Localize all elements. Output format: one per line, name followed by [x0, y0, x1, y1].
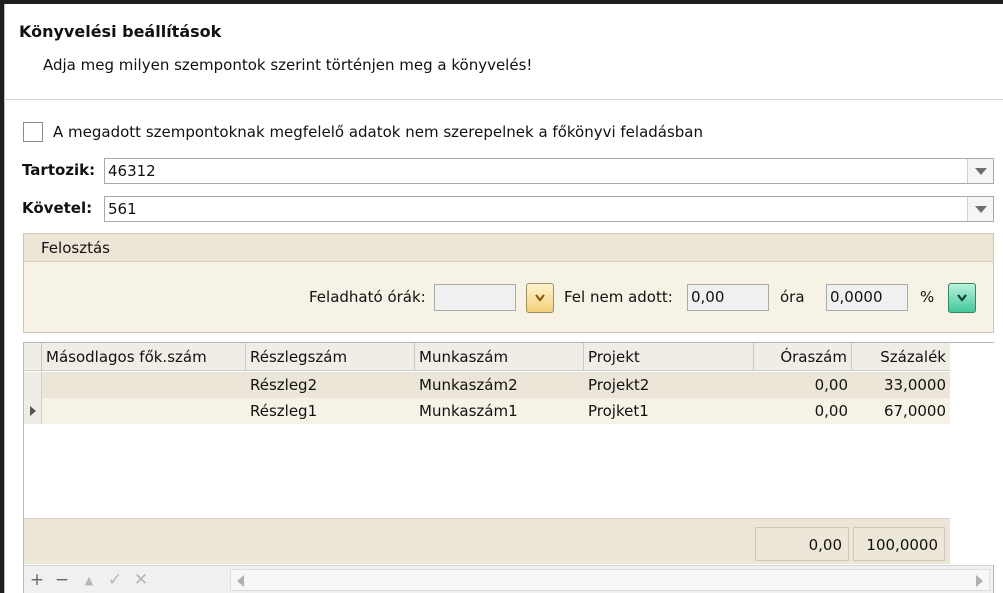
column-header-oraszam[interactable]: Óraszám	[754, 343, 852, 371]
column-header-szazalek[interactable]: Százalék	[852, 343, 950, 371]
wizard-header: Könyvelési beállítások Adja meg milyen s…	[5, 4, 1003, 100]
cell-munkaszam[interactable]: Munkaszám2	[415, 372, 584, 398]
column-header-masodlagos[interactable]: Másodlagos fők.szám	[42, 343, 246, 371]
horizontal-scrollbar[interactable]	[230, 569, 990, 591]
grid-empty-right-area	[950, 343, 994, 565]
grid-header-row: Másodlagos fők.szám Részlegszám Munkaszá…	[24, 343, 950, 371]
cancel-edit-button[interactable]: ✕	[130, 569, 152, 591]
chevron-down-icon	[974, 205, 987, 213]
chevron-down-icon	[957, 294, 967, 302]
felosztas-group: Felosztás Feladható órák: Fel nem adott:…	[23, 233, 994, 333]
tartozik-row: Tartozik: 46312	[22, 158, 994, 184]
grid-header-indicator	[24, 343, 42, 371]
felosztas-group-title: Felosztás	[24, 234, 993, 262]
kovetel-row: Követel: 561	[22, 196, 994, 222]
footer-szazalek-total: 100,0000	[853, 527, 945, 561]
row-indicator[interactable]	[24, 372, 42, 398]
column-header-munkaszam[interactable]: Munkaszám	[415, 343, 584, 371]
fel-nem-adott-hours: 0,00	[687, 284, 769, 311]
cell-munkaszam[interactable]: Munkaszám1	[415, 398, 584, 424]
scroll-right-icon[interactable]	[976, 575, 983, 587]
remove-row-button[interactable]: −	[51, 569, 73, 591]
kovetel-label: Követel:	[22, 199, 93, 217]
chevron-down-icon	[974, 167, 987, 175]
page-subtitle: Adja meg milyen szempontok szerint törté…	[43, 56, 533, 74]
kovetel-value: 561	[108, 200, 137, 218]
fel-nem-adott-label: Fel nem adott:	[564, 288, 673, 306]
feladhato-orak-input[interactable]	[434, 284, 516, 311]
table-row[interactable]: Részleg1 Munkaszám1 Projket1 0,00 67,000…	[24, 398, 950, 424]
cell-oraszam[interactable]: 0,00	[754, 372, 852, 398]
cell-reszleg[interactable]: Részleg1	[246, 398, 415, 424]
cell-szazalek[interactable]: 67,0000	[852, 398, 950, 424]
scroll-left-icon[interactable]	[237, 575, 244, 587]
cell-reszleg[interactable]: Részleg2	[246, 372, 415, 398]
exclude-checkbox-label: A megadott szempontoknak megfelelő adato…	[53, 123, 704, 141]
tartozik-label: Tartozik:	[22, 161, 96, 179]
feladhato-orak-label: Feladható órák:	[309, 288, 426, 306]
exclude-checkbox-row[interactable]: A megadott szempontoknak megfelelő adato…	[23, 121, 703, 143]
tartozik-combo[interactable]: 46312	[104, 158, 994, 184]
exclude-checkbox[interactable]	[23, 122, 43, 142]
cell-masodlagos[interactable]	[42, 372, 246, 398]
add-row-button[interactable]: +	[26, 569, 48, 591]
content-area: A megadott szempontoknak megfelelő adato…	[5, 101, 1003, 593]
ora-unit-label: óra	[780, 288, 805, 306]
window: Könyvelési beállítások Adja meg milyen s…	[4, 4, 1003, 593]
cell-projekt[interactable]: Projket1	[584, 398, 754, 424]
page-title: Könyvelési beállítások	[19, 22, 222, 41]
cell-projekt[interactable]: Projekt2	[584, 372, 754, 398]
column-header-projekt[interactable]: Projekt	[584, 343, 754, 371]
allocation-grid: Másodlagos fők.szám Részlegszám Munkaszá…	[23, 342, 994, 593]
column-header-reszlegszam[interactable]: Részlegszám	[246, 343, 415, 371]
grid-navigator: + − ▲ ✓ ✕	[24, 565, 993, 593]
percent-unit-label: %	[920, 288, 935, 306]
confirm-edit-button[interactable]: ✓	[104, 569, 126, 591]
chevron-down-icon	[535, 294, 545, 302]
cell-masodlagos[interactable]	[42, 398, 246, 424]
feladhato-apply-button[interactable]	[526, 283, 554, 313]
tartozik-value: 46312	[108, 162, 156, 180]
tartozik-dropdown-button[interactable]	[967, 159, 993, 183]
grid-footer: 0,00 100,0000	[24, 518, 950, 564]
kovetel-dropdown-button[interactable]	[967, 197, 993, 221]
kovetel-combo[interactable]: 561	[104, 196, 994, 222]
current-row-arrow-icon	[30, 406, 36, 416]
fel-nem-adott-percent: 0,0000	[826, 284, 908, 311]
move-up-button[interactable]: ▲	[78, 569, 100, 591]
cell-szazalek[interactable]: 33,0000	[852, 372, 950, 398]
row-indicator[interactable]	[24, 398, 42, 424]
cell-oraszam[interactable]: 0,00	[754, 398, 852, 424]
footer-oraszam-total: 0,00	[755, 527, 849, 561]
table-row[interactable]: Részleg2 Munkaszám2 Projekt2 0,00 33,000…	[24, 372, 950, 398]
percent-apply-button[interactable]	[948, 283, 976, 313]
